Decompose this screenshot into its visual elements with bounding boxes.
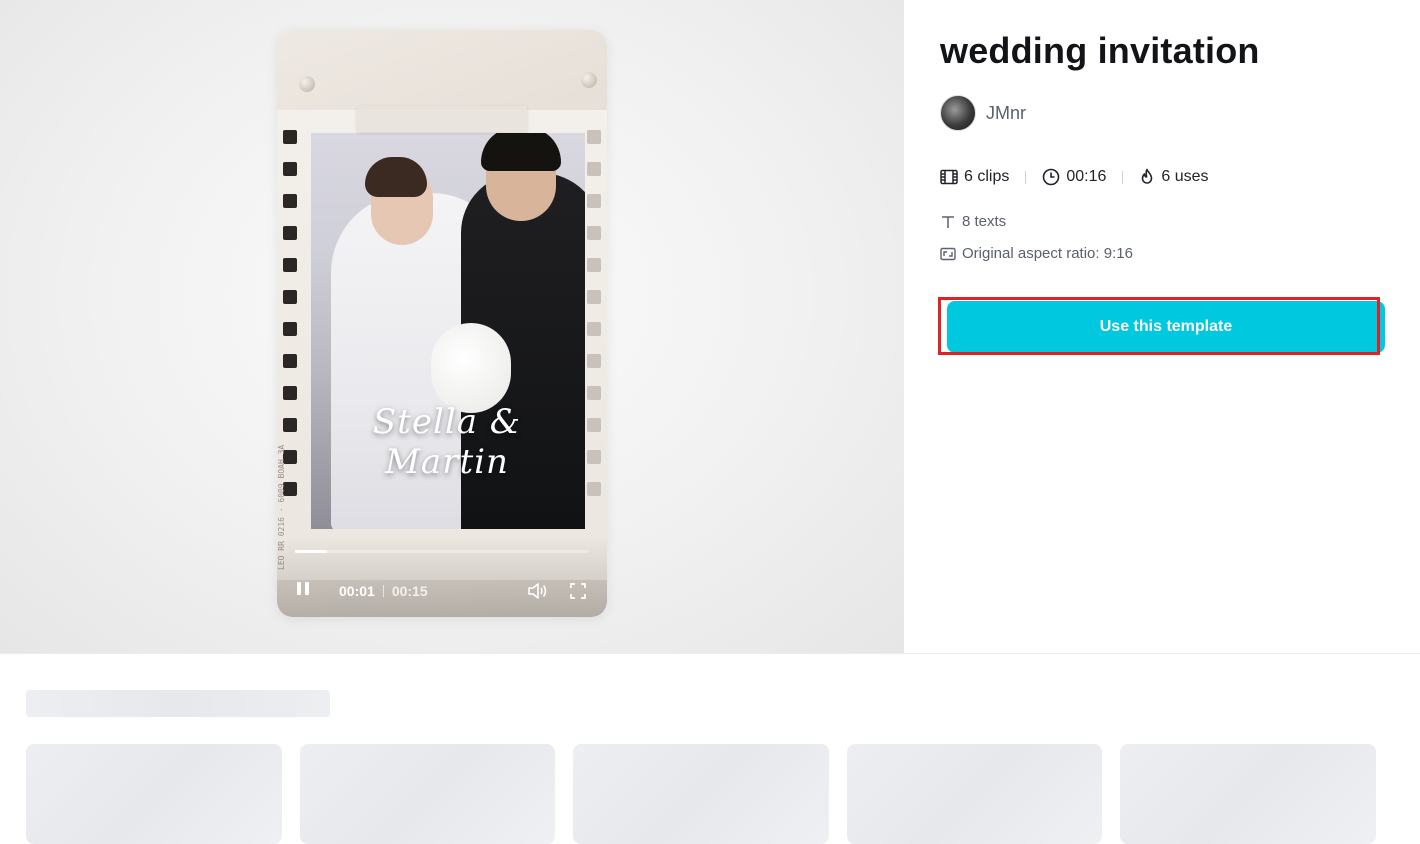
pin-decoration (581, 72, 597, 88)
video-overlay-text: Stella & Martin (372, 402, 522, 482)
skeleton-card (26, 744, 282, 844)
film-icon (940, 169, 958, 185)
film-perforations-right (587, 130, 603, 530)
skeleton-card (1120, 744, 1376, 844)
uses-count: 6 uses (1139, 168, 1209, 186)
video-player[interactable]: Stella & Martin LEO RR 0216 · 6009 BOAH … (277, 30, 607, 617)
tape-decoration (357, 106, 527, 132)
template-title: wedding invitation (940, 30, 1260, 71)
aspect-ratio-icon (940, 247, 956, 260)
skeleton-card (847, 744, 1102, 844)
highlight-box (938, 297, 1380, 355)
clips-count: 6 clips (940, 168, 1009, 186)
skeleton-card (300, 744, 555, 844)
fullscreen-icon (570, 583, 586, 599)
pin-decoration (299, 76, 315, 92)
volume-button[interactable] (527, 580, 549, 602)
author[interactable]: JMnr (940, 95, 1026, 131)
clock-icon (1043, 168, 1060, 186)
fullscreen-button[interactable] (569, 580, 589, 602)
template-stats: 6 clips 00:16 6 uses (940, 168, 1209, 186)
flame-icon (1142, 168, 1153, 184)
avatar[interactable] (940, 95, 976, 131)
skeleton-card (573, 744, 829, 844)
skeleton-heading (26, 690, 330, 717)
total-time: 00:15 (391, 583, 428, 599)
aspect-ratio: Original aspect ratio: 9:16 (940, 245, 1133, 262)
pause-button[interactable] (297, 580, 317, 602)
video-progress-bar[interactable] (295, 550, 589, 553)
template-detail: Stella & Martin LEO RR 0216 · 6009 BOAH … (0, 0, 1420, 654)
duration: 00:16 (1042, 168, 1106, 186)
current-time: 00:01 (339, 583, 375, 599)
bouquet (431, 323, 511, 413)
video-time: 00:01 00:15 (339, 580, 428, 602)
author-name[interactable]: JMnr (986, 103, 1026, 124)
pause-icon (297, 582, 313, 600)
volume-icon (528, 583, 547, 599)
texts-count: 8 texts (940, 213, 1006, 230)
text-icon (942, 215, 954, 228)
video-progress-fill (295, 550, 328, 553)
